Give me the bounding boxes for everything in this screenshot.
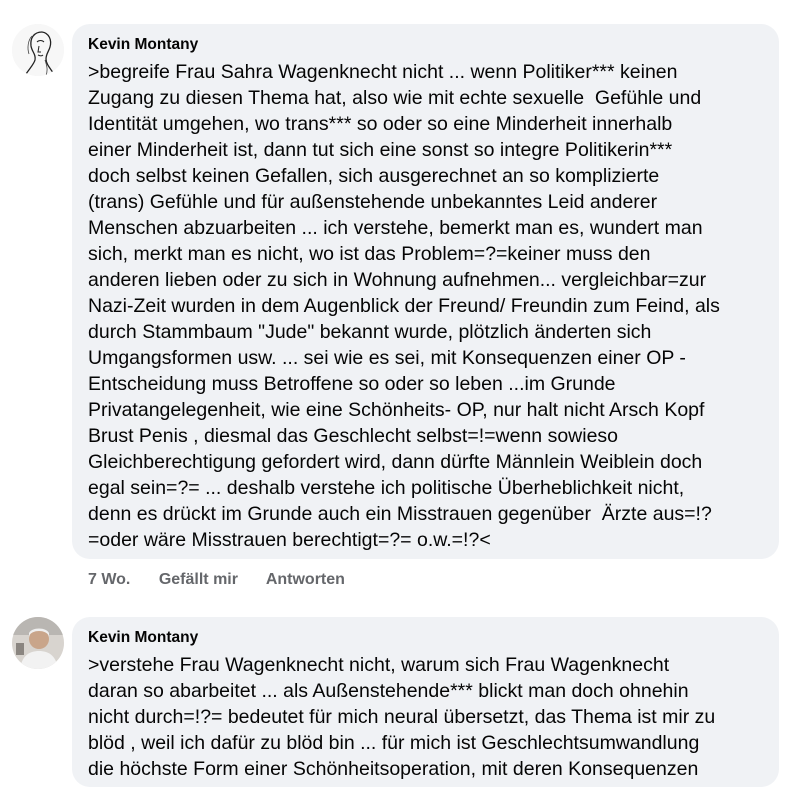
reply-button[interactable]: Antworten (266, 571, 345, 588)
comment-text: >verstehe Frau Wagenknecht nicht, warum … (88, 654, 716, 780)
comment-bubble: Kevin Montany >verstehe Frau Wagenknecht… (72, 617, 779, 787)
profile-photo-icon (12, 617, 64, 669)
comment-author[interactable]: Kevin Montany (88, 628, 763, 648)
comment-actions: 7 Wo. Gefällt mir Antworten (88, 570, 369, 590)
comment-timestamp[interactable]: 7 Wo. (88, 571, 130, 588)
comment-author[interactable]: Kevin Montany (88, 35, 763, 55)
like-button[interactable]: Gefällt mir (159, 571, 238, 588)
avatar[interactable] (12, 617, 64, 669)
sketch-portrait-icon (12, 24, 64, 76)
avatar[interactable] (12, 24, 64, 76)
comment-bubble: Kevin Montany >begreife Frau Sahra Wagen… (72, 24, 779, 559)
comment-text: >begreife Frau Sahra Wagenknecht nicht .… (88, 61, 720, 551)
